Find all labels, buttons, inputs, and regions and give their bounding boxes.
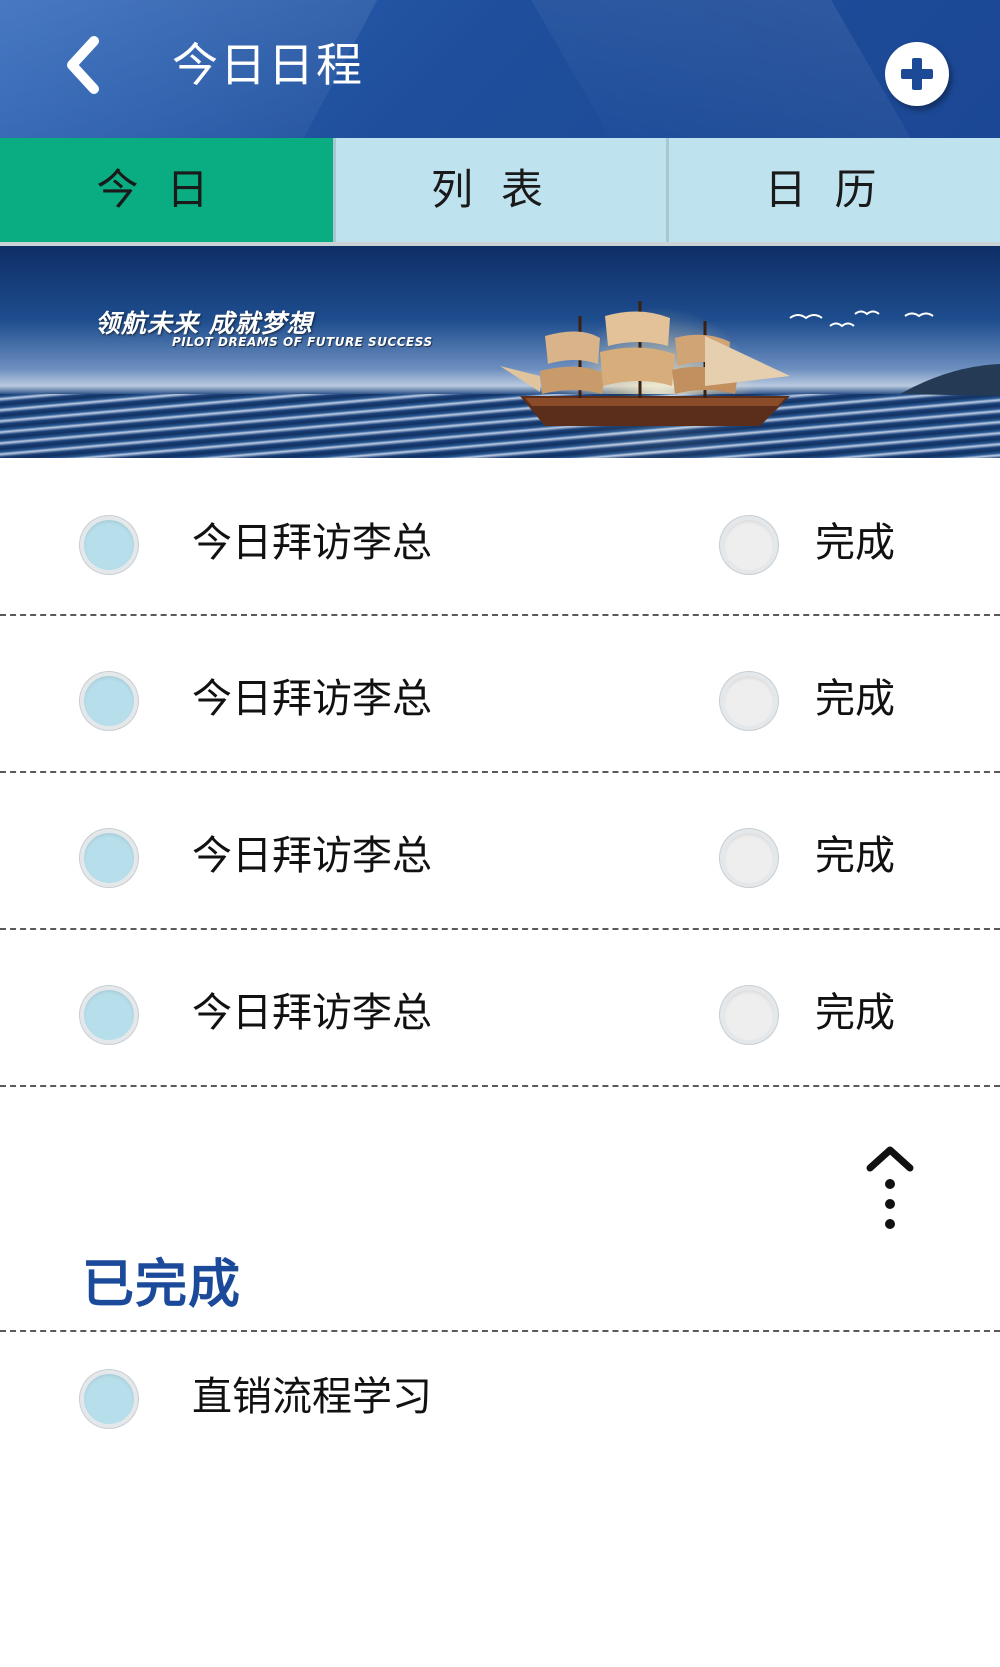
schedule-item: 今日拜访李总 完成 xyxy=(0,930,1000,1087)
back-button[interactable] xyxy=(52,30,112,100)
schedule-item: 今日拜访李总 完成 xyxy=(0,459,1000,616)
banner-image: 领航未来 成就梦想 PILOT DREAMS OF FUTURE SUCCESS xyxy=(0,246,1000,458)
completed-section-title: 已完成 xyxy=(82,1255,242,1315)
complete-label: 完成 xyxy=(815,676,895,722)
collapse-button[interactable] xyxy=(860,1138,920,1238)
complete-radio[interactable] xyxy=(720,516,778,574)
banner-subtitle: PILOT DREAMS OF FUTURE SUCCESS xyxy=(172,335,433,349)
complete-label: 完成 xyxy=(815,990,895,1036)
item-label: 今日拜访李总 xyxy=(192,990,432,1036)
item-select-radio[interactable] xyxy=(80,829,138,887)
complete-label: 完成 xyxy=(815,833,895,879)
collapse-up-icon xyxy=(866,1146,914,1229)
tab-list[interactable]: 列表 xyxy=(336,138,666,242)
tab-bar: 今日 列表 日历 xyxy=(0,138,1000,246)
page-title: 今日日程 xyxy=(172,38,364,92)
complete-label: 完成 xyxy=(815,520,895,566)
schedule-item: 今日拜访李总 完成 xyxy=(0,773,1000,930)
sailing-ship-illustration xyxy=(500,301,1000,426)
item-label: 直销流程学习 xyxy=(192,1374,432,1420)
schedule-item: 今日拜访李总 完成 xyxy=(0,616,1000,773)
add-schedule-button[interactable] xyxy=(885,42,949,106)
complete-radio[interactable] xyxy=(720,672,778,730)
plus-circle-icon xyxy=(901,58,933,90)
item-select-radio[interactable] xyxy=(80,986,138,1044)
header-decoration xyxy=(484,0,936,138)
item-label: 今日拜访李总 xyxy=(192,520,432,566)
section-divider xyxy=(0,1330,1000,1332)
item-select-radio[interactable] xyxy=(80,672,138,730)
item-label: 今日拜访李总 xyxy=(192,833,432,879)
tab-today[interactable]: 今日 xyxy=(0,138,333,242)
complete-radio[interactable] xyxy=(720,986,778,1044)
chevron-left-icon xyxy=(67,36,99,94)
item-label: 今日拜访李总 xyxy=(192,676,432,722)
app-header: 今日日程 xyxy=(0,0,1000,138)
tab-calendar[interactable]: 日历 xyxy=(669,138,1000,242)
item-select-radio[interactable] xyxy=(80,1370,138,1428)
complete-radio[interactable] xyxy=(720,829,778,887)
item-select-radio[interactable] xyxy=(80,516,138,574)
